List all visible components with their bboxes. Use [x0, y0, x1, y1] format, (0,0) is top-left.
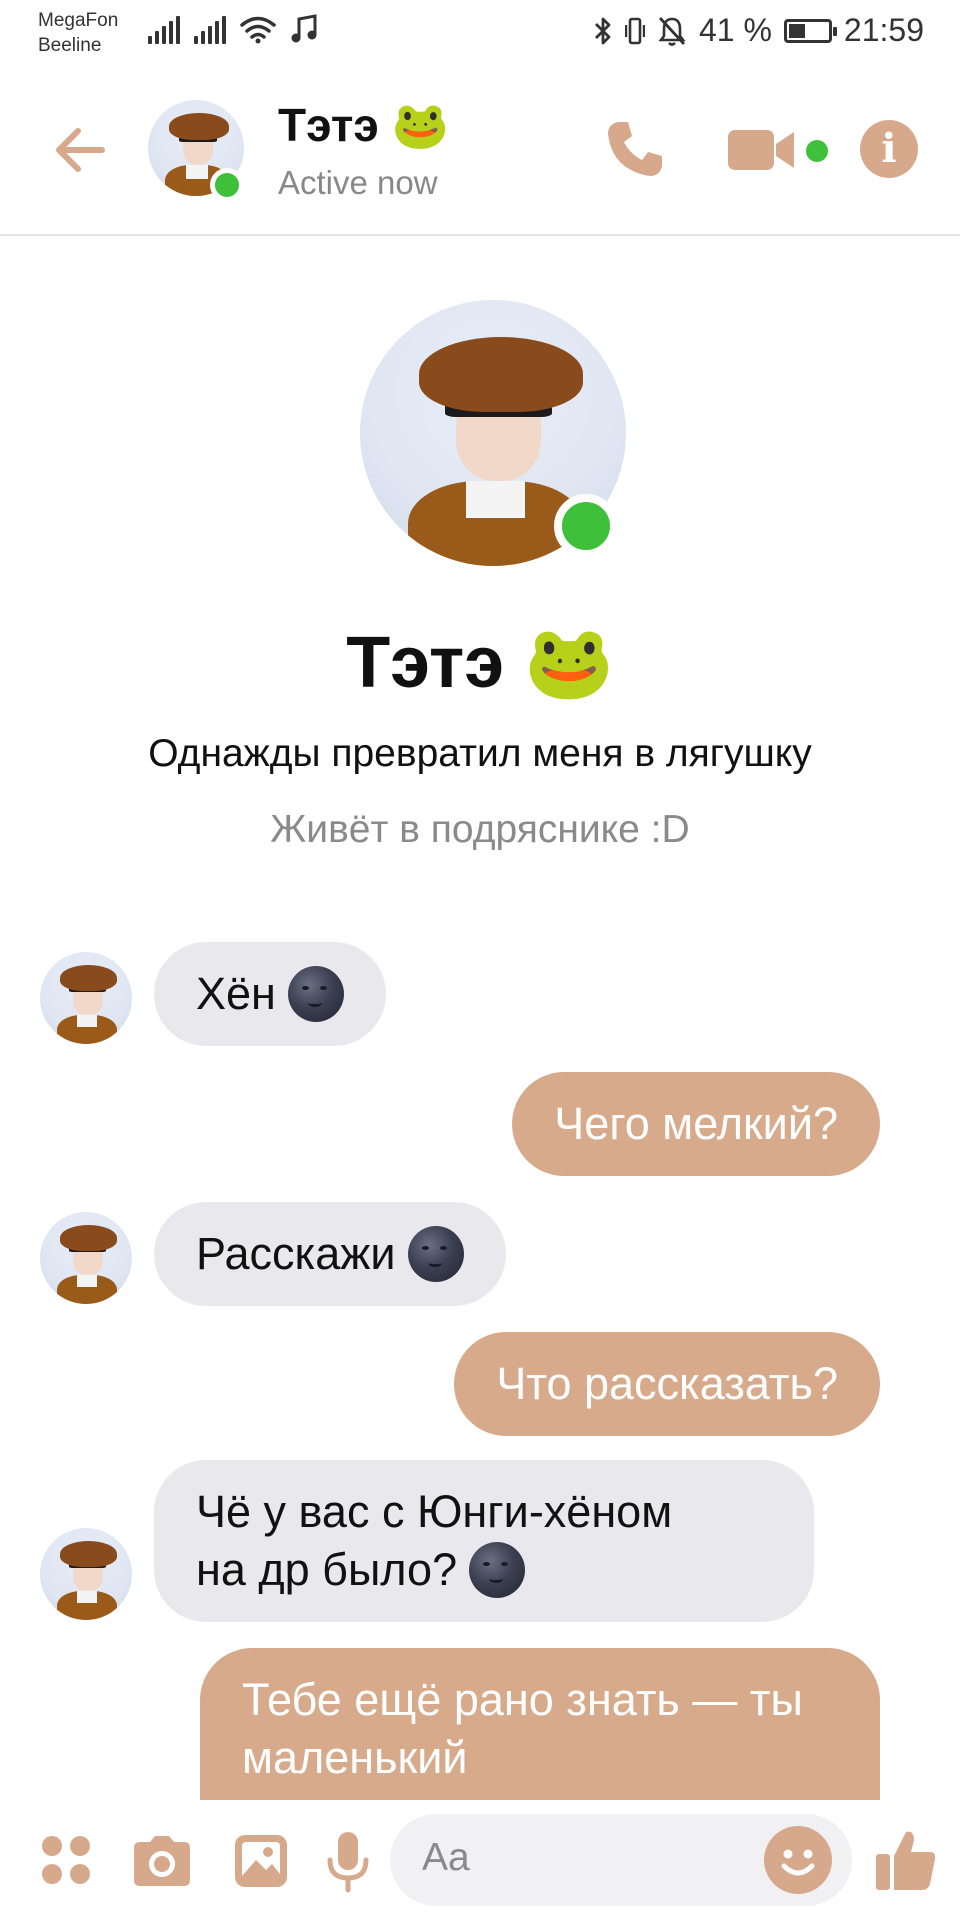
- battery-percent: 41 %: [698, 12, 772, 48]
- message-text-line: Чё у вас с Юнги-хёном: [196, 1486, 673, 1537]
- battery-icon: [783, 18, 837, 43]
- composer-toolbar: [0, 1800, 960, 1920]
- signal-strength-icon: [194, 16, 226, 44]
- message-incoming[interactable]: Хён: [154, 942, 386, 1046]
- bluetooth-icon: [594, 17, 611, 44]
- message-incoming[interactable]: Чё у вас с Юнги-хёном на др было?: [154, 1460, 814, 1622]
- signal-indicators: [148, 14, 318, 44]
- message-outgoing[interactable]: Тебе ещё рано знать — ты маленький: [200, 1648, 880, 1800]
- carrier-names: MegaFon Beeline: [38, 8, 118, 58]
- profile-online-dot: [554, 494, 618, 558]
- microphone-icon[interactable]: [324, 1830, 372, 1894]
- moon-emoji-icon: [287, 966, 344, 1023]
- battery-fill: [788, 23, 805, 38]
- message-text-line: на др было?: [196, 1541, 772, 1599]
- message-text: Что рассказать?: [496, 1358, 838, 1409]
- moon-emoji-icon: [407, 1226, 464, 1283]
- wifi-icon: [240, 16, 276, 44]
- profile-name: Тэтэ 🐸: [346, 623, 614, 703]
- info-icon[interactable]: i: [860, 120, 918, 178]
- sender-avatar[interactable]: [40, 952, 132, 1044]
- moon-emoji-icon: [469, 1542, 526, 1599]
- message-outgoing[interactable]: Чего мелкий?: [512, 1072, 880, 1176]
- message-text: Чего мелкий?: [554, 1098, 838, 1149]
- carrier-2: Beeline: [38, 35, 102, 56]
- contact-status: Active now: [278, 164, 438, 201]
- contact-name[interactable]: Тэтэ 🐸: [278, 98, 449, 153]
- clock: 21:59: [843, 12, 924, 48]
- mute-bell-icon: [658, 16, 686, 46]
- video-online-dot: [806, 140, 828, 162]
- emoji-icon[interactable]: [764, 1826, 832, 1894]
- sender-avatar[interactable]: [40, 1212, 132, 1304]
- message-text: Расскажи: [196, 1228, 396, 1279]
- status-right: 41 % 21:59: [593, 12, 924, 49]
- carrier-1: MegaFon: [38, 10, 119, 31]
- camera-icon[interactable]: [130, 1834, 194, 1888]
- status-bar: MegaFon Beeline 41 % 21:59: [0, 0, 960, 64]
- online-status-dot: [210, 168, 244, 202]
- video-camera-icon[interactable]: [726, 126, 798, 174]
- phone-icon[interactable]: [602, 116, 668, 182]
- message-text-line: маленький: [242, 1732, 468, 1783]
- apps-grid-icon[interactable]: [40, 1834, 92, 1886]
- signal-strength-icon: [148, 16, 180, 44]
- vibrate-icon: [624, 17, 645, 44]
- message-input[interactable]: [422, 1836, 722, 1880]
- thumbs-up-icon[interactable]: [874, 1826, 938, 1894]
- sender-avatar[interactable]: [40, 1528, 132, 1620]
- message-text-line: Тебе ещё рано знать — ты: [242, 1674, 803, 1725]
- music-note-icon: [291, 14, 317, 43]
- message-incoming[interactable]: Расскажи: [154, 1202, 506, 1306]
- chat-header: Тэтэ 🐸 Active now i: [0, 64, 960, 236]
- profile-bio: Однажды превратил меня в лягушку: [148, 732, 812, 775]
- back-arrow-icon[interactable]: [50, 120, 110, 180]
- gallery-icon[interactable]: [232, 1832, 290, 1890]
- profile-location: Живёт в подряснике :D: [270, 808, 690, 851]
- message-text: Хён: [196, 968, 276, 1019]
- message-composer: [390, 1814, 852, 1906]
- message-outgoing[interactable]: Что рассказать?: [454, 1332, 880, 1436]
